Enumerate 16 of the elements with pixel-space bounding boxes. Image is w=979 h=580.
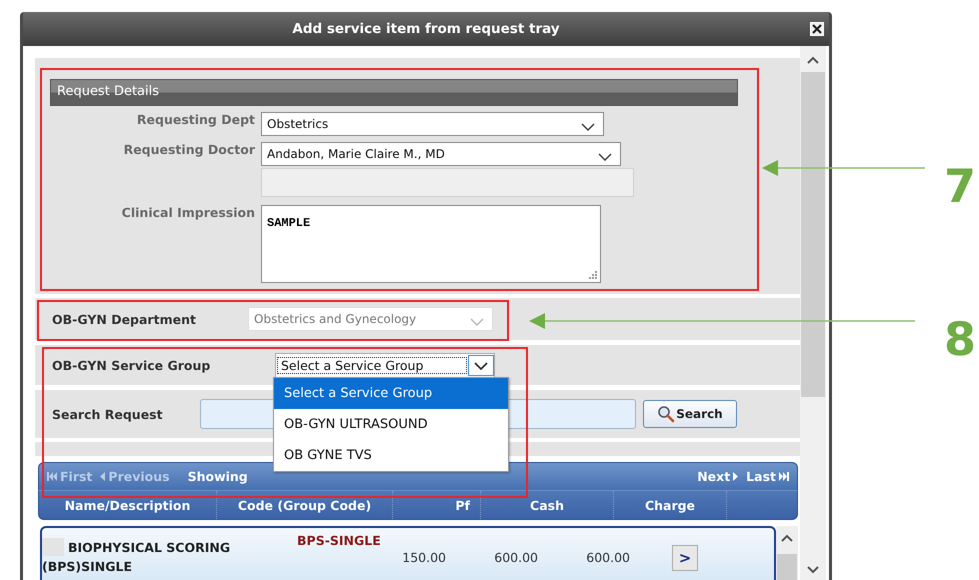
table-cell-text: BPS-SINGLE	[296, 532, 382, 550]
table-cell-text: 600.00	[585, 549, 631, 565]
field-label: Requesting Dept	[136, 112, 255, 127]
field-label: Clinical Impression	[120, 205, 255, 220]
field-label: OB-GYN Department	[52, 312, 196, 326]
field-label: Requesting Doctor	[122, 142, 255, 157]
table-cell-text: 150.00	[401, 549, 447, 565]
record-count: Showing	[188, 469, 248, 484]
callout-number: 8	[944, 311, 978, 362]
field-label: OB-GYN Service Group	[52, 358, 210, 372]
section-header: Request Details	[50, 79, 738, 106]
callout-number: 7	[944, 158, 978, 209]
table-cell-text: BIOPHYSICAL SCORING (BPS)SINGLE	[42, 537, 232, 576]
dialog-title: Add service item from request tray	[292, 21, 560, 37]
field-label: Search Request	[52, 406, 163, 422]
table-cell-text: 600.00	[493, 549, 539, 565]
